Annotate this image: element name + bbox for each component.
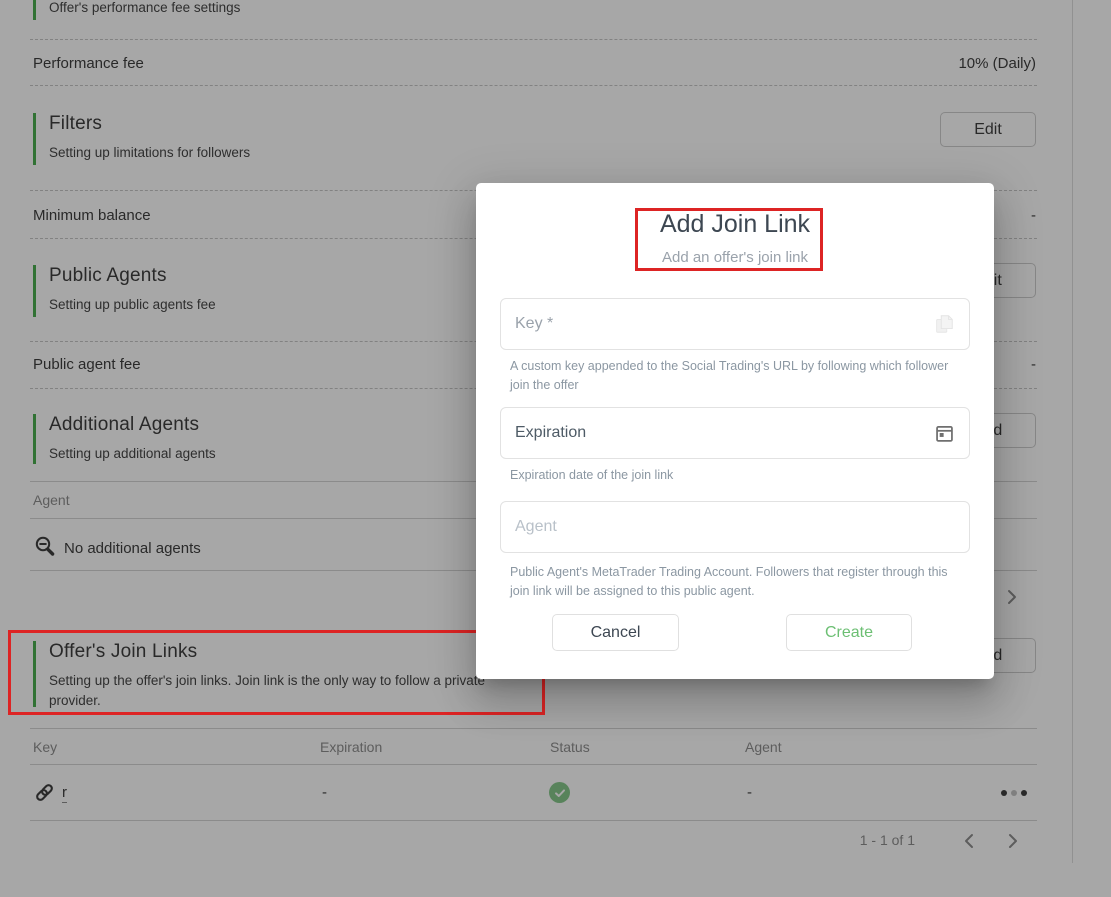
key-input[interactable]: Key * [500,298,970,350]
page: Offer's performance fee settings Perform… [0,0,1111,897]
create-button[interactable]: Create [786,614,912,651]
agent-input-placeholder: Agent [515,518,557,535]
expiration-input[interactable]: Expiration [500,407,970,459]
key-input-label: Key * [515,315,554,332]
calendar-icon[interactable] [934,423,955,444]
expiration-input-label: Expiration [515,424,587,441]
agent-helper-text: Public Agent's MetaTrader Trading Accoun… [510,565,948,599]
key-helper-text: A custom key appended to the Social Trad… [510,359,949,393]
annotation-box-join-links [8,630,545,715]
copy-icon[interactable] [933,313,955,335]
expiration-helper-text: Expiration date of the join link [510,468,674,482]
agent-input[interactable]: Agent [500,501,970,553]
cancel-button[interactable]: Cancel [552,614,679,651]
annotation-box-dialog-title [635,208,823,271]
